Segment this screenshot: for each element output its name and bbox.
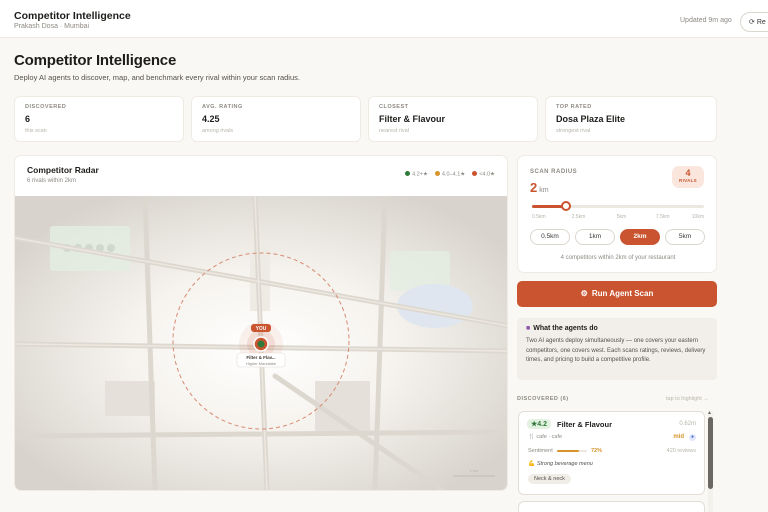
stat-sub: strongest rival [556,128,591,134]
app-subtitle: Prakash Dosa · Mumbai [14,23,90,30]
status-tag: Neck & neck [528,474,571,484]
radius-chip-2km[interactable]: 2km [620,229,660,245]
slider-tick: 7.5km [655,214,670,220]
scroll-up-icon[interactable]: ▲ [707,410,712,416]
review-count: 420 reviews [666,448,696,454]
slider-tick: 2.5km [571,214,586,220]
pin-label: Filter & Flav... [246,355,275,360]
radius-chip-0-5km[interactable]: 0.5km [530,229,570,245]
rating-badge: ★4.2 [527,419,552,429]
sentiment-bar [557,450,587,452]
robot-icon: ■ [526,325,531,332]
legend-item-low: <4.0★ [472,171,495,178]
legend-item-high: 4.2+★ [405,171,428,178]
top-bar: Competitor Intelligence Prakash Dosa · M… [0,0,768,38]
run-agent-scan-button[interactable]: ⚙ Run Agent Scan [517,281,717,307]
scan-radius-value: 2 km [530,180,549,195]
discovered-label: DISCOVERED (6) [517,396,569,402]
scale-label: 1 km [470,468,479,473]
robot-icon: ⚙ [580,289,588,298]
pin-label-sub: Higher Mandalke [246,361,277,366]
slider-tick: 0.5km [532,214,546,220]
refresh-icon: ⟳ [749,19,755,26]
price-level: mid [673,434,684,440]
stat-card-avg-rating: AVG. RATING 4.25 among rivals [191,96,361,142]
radius-presets: 0.5km 1km 2km 5km [530,229,705,245]
radius-slider[interactable] [532,201,704,211]
competitor-distance: 0.62m [679,421,696,427]
slider-thumb[interactable] [561,201,572,211]
page-title: Competitor Intelligence [14,52,177,69]
stat-value: Filter & Flavour [379,114,446,124]
legend-item-mid: 4.0–4.1★ [434,171,465,178]
rating-legend: 4.2+★ 4.0–4.1★ <4.0★ [405,171,495,178]
stat-card-closest: CLOSEST Filter & Flavour nearest rival [368,96,538,142]
slider-tick: 5km [616,214,627,220]
strength-note: 💪 Strong beverage menu [528,461,593,467]
competitor-card[interactable] [518,501,705,512]
refresh-button[interactable]: ⟳ Re [740,12,768,32]
agents-info-box: ■ What the agents do Two AI agents deploy… [517,318,717,380]
stat-value: 4.25 [202,114,220,124]
stat-value: Dosa Plaza Elite [556,114,626,124]
updated-timestamp: Updated 9m ago [680,17,732,24]
radius-chip-1km[interactable]: 1km [575,229,615,245]
stat-sub: nearest rival [379,128,409,134]
scan-radius-label: SCAN RADIUS [530,169,578,175]
competitor-card[interactable]: ★4.2 Filter & Flavour 0.62m 🍴 cafe · caf… [518,411,705,495]
info-icon[interactable]: ● [689,434,696,441]
stat-card-top-rated: TOP RATED Dosa Plaza Elite strongest riv… [545,96,717,142]
sentiment-label: Sentiment [528,448,553,454]
scroll-thumb[interactable] [708,417,713,489]
scan-radius-card: SCAN RADIUS 2 km 4 RIVALS 0.5km 2.5km 5km… [517,155,717,273]
stat-card-discovered: DISCOVERED 6 this scan [14,96,184,142]
muscle-icon: 💪 [528,461,535,467]
rivals-badge: 4 RIVALS [672,166,704,188]
slider-tick: 10km [691,214,704,220]
list-scrollbar[interactable] [708,411,713,512]
competitor-name: Filter & Flavour [557,420,613,429]
info-title: ■ What the agents do [526,325,598,332]
stat-sub: this scan [25,128,47,134]
stat-sub: among rivals [202,128,234,134]
radar-map[interactable]: YOU Filter & Flav... Higher Mandalke 1 k… [15,196,508,491]
stat-label: CLOSEST [379,104,409,110]
stat-label: DISCOVERED [25,104,67,110]
sentiment-value: 72% [591,448,603,454]
info-text: Two AI agents deploy simultaneously — on… [526,338,706,363]
within-summary: 4 competitors within 2km of your restaur… [560,255,676,261]
rivals-label: RIVALS [679,178,697,183]
stat-label: AVG. RATING [202,104,243,110]
tap-hint: tap to highlight → [666,396,709,402]
radar-subtitle: 6 rivals within 2km [27,178,77,184]
app-title: Competitor Intelligence [14,10,131,22]
radar-title: Competitor Radar [27,165,99,175]
competitor-category: 🍴 cafe · cafe [528,434,563,440]
building-block [105,381,155,416]
refresh-label: Re [756,19,766,26]
stat-label: TOP RATED [556,104,592,110]
rivals-count: 4 [685,168,691,178]
stat-value: 6 [25,114,31,124]
page-description: Deploy AI agents to discover, map, and b… [14,73,300,82]
you-label: YOU [256,326,267,332]
competitor-pin [257,340,265,348]
competitor-radar-card: Competitor Radar 6 rivals within 2km 4.2… [14,155,508,491]
radius-chip-5km[interactable]: 5km [665,229,705,245]
